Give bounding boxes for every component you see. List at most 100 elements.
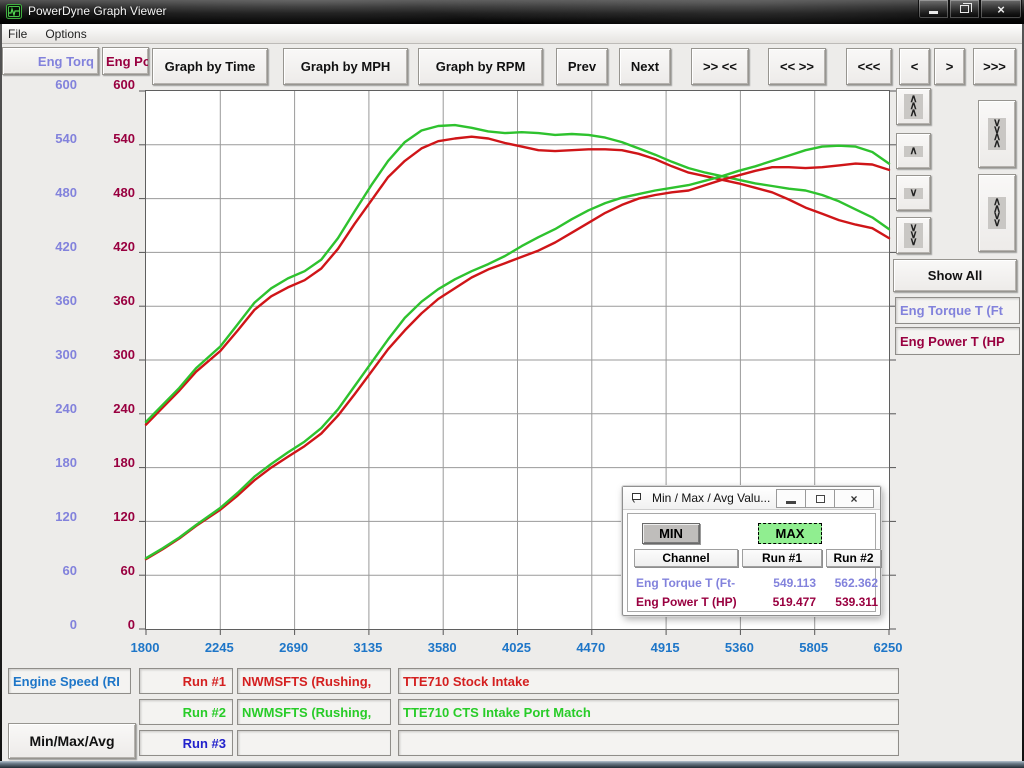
next-button[interactable]: Next	[619, 48, 671, 85]
title-bar: PowerDyne Graph Viewer ×	[0, 0, 1024, 24]
rpm-axis-tick: 2690	[262, 640, 326, 656]
minmax-power-channel: Eng Power T (HP)	[636, 595, 737, 609]
torque-axis-tick: 180	[20, 455, 77, 471]
minimize-icon	[786, 501, 796, 504]
power-axis-tick: 420	[80, 239, 135, 255]
torque-axis-tick: 240	[20, 401, 77, 417]
up-chevron-icon: ∧	[904, 146, 922, 157]
shift-outward-button[interactable]: << >>	[768, 48, 826, 85]
graph-by-rpm-button[interactable]: Graph by RPM	[418, 48, 543, 85]
x-channel-label: Engine Speed (RI	[8, 668, 131, 694]
page-first-button[interactable]: <<<	[846, 48, 892, 85]
menu-options[interactable]: Options	[45, 27, 86, 41]
minmax-avg-button[interactable]: Min/Max/Avg	[8, 723, 136, 759]
power-axis-tick: 300	[80, 347, 135, 363]
minmax-header-run1[interactable]: Run #1	[742, 549, 822, 567]
power-axis-tick: 480	[80, 185, 135, 201]
torque-axis-button[interactable]: Eng Torq	[2, 47, 99, 75]
minmax-window-titlebar[interactable]: Min / Max / Avg Valu... ×	[623, 487, 880, 510]
rpm-axis-tick: 6250	[856, 640, 920, 656]
minimize-button[interactable]	[918, 0, 949, 19]
minmax-max-button[interactable]: MAX	[758, 523, 822, 544]
prev-button[interactable]: Prev	[556, 48, 608, 85]
close-icon: ×	[997, 2, 1005, 17]
maximize-icon	[960, 5, 969, 13]
maximize-button[interactable]	[949, 0, 980, 19]
power-axis-button[interactable]: Eng Powe	[102, 47, 149, 75]
show-all-button[interactable]: Show All	[893, 259, 1017, 292]
scale-down-fast-button[interactable]: ∨∨∨	[896, 217, 931, 254]
run3-label: Run #3	[139, 730, 233, 756]
torque-axis-tick: 300	[20, 347, 77, 363]
run2-file: NWMSFTS (Rushing,	[237, 699, 391, 725]
power-axis-tick: 360	[80, 293, 135, 309]
torque-axis-tick: 420	[20, 239, 77, 255]
page-last-button[interactable]: >>>	[973, 48, 1016, 85]
minmax-maximize-button[interactable]	[805, 489, 835, 508]
minmax-power-run1-value: 519.477	[740, 595, 816, 609]
scale-up-button[interactable]: ∧	[896, 133, 931, 169]
run1-label: Run #1	[139, 668, 233, 694]
torque-channel-label: Eng Torque T (Ft	[895, 297, 1020, 324]
run3-file	[237, 730, 391, 756]
menu-file[interactable]: File	[8, 27, 27, 41]
run1-description: TTE710 Stock Intake	[398, 668, 899, 694]
minmax-header-channel[interactable]: Channel	[634, 549, 738, 567]
close-icon: ×	[850, 492, 857, 506]
minmax-min-button[interactable]: MIN	[642, 523, 700, 544]
shift-inward-button[interactable]: >> <<	[691, 48, 749, 85]
torque-axis-tick: 120	[20, 509, 77, 525]
rpm-axis-tick: 4025	[485, 640, 549, 656]
minmax-torque-run2-value: 562.362	[820, 576, 878, 590]
step-back-button[interactable]: <	[899, 48, 930, 85]
rpm-axis-tick: 2245	[187, 640, 251, 656]
power-axis-tick: 180	[80, 455, 135, 471]
run2-label: Run #2	[139, 699, 233, 725]
step-forward-button[interactable]: >	[934, 48, 965, 85]
expand-scale-button[interactable]: ∧∧∨∨	[978, 174, 1016, 252]
power-axis-tick: 240	[80, 401, 135, 417]
minmax-window-title: Min / Max / Avg Valu...	[652, 491, 770, 505]
menu-bar: File Options	[0, 24, 1024, 44]
minmax-window-body: MIN MAX Channel Run #1 Run #2 Eng Torque…	[627, 513, 876, 612]
maximize-icon	[816, 495, 825, 503]
power-axis-tick: 60	[80, 563, 135, 579]
power-axis-tick: 120	[80, 509, 135, 525]
minmax-torque-channel: Eng Torque T (Ft-	[636, 576, 735, 590]
down-chevron-icon: ∨	[904, 188, 922, 199]
minimize-icon	[929, 11, 938, 14]
main-content: Eng Torq Eng Powe Graph by Time Graph by…	[0, 44, 1024, 762]
minmax-close-button[interactable]: ×	[834, 489, 874, 508]
graph-by-mph-button[interactable]: Graph by MPH	[283, 48, 408, 85]
torque-axis-tick: 60	[20, 563, 77, 579]
rpm-axis-tick: 5805	[782, 640, 846, 656]
scale-up-fast-button[interactable]: ∧∧∧	[896, 88, 931, 125]
minmax-minimize-button[interactable]	[776, 489, 806, 508]
rpm-axis-tick: 3135	[336, 640, 400, 656]
window-left-edge	[0, 24, 2, 762]
torque-axis-tick: 480	[20, 185, 77, 201]
run2-description: TTE710 CTS Intake Port Match	[398, 699, 899, 725]
power-axis-tick: 0	[80, 617, 135, 633]
compress-scale-button[interactable]: ∨∨∧∧	[978, 100, 1016, 168]
triple-down-chevron-icon: ∨∨∨	[904, 223, 922, 248]
torque-axis-tick: 540	[20, 131, 77, 147]
minmax-power-run2-value: 539.311	[820, 595, 878, 609]
app-icon	[6, 4, 22, 24]
minmax-window[interactable]: Min / Max / Avg Valu... × MIN MAX Channe…	[622, 486, 881, 616]
expand-chevrons-icon: ∧∧∨∨	[988, 197, 1006, 229]
power-channel-label: Eng Power T (HP	[895, 327, 1020, 355]
torque-axis-tick: 360	[20, 293, 77, 309]
scale-down-button[interactable]: ∨	[896, 175, 931, 211]
rpm-axis-tick: 4915	[633, 640, 697, 656]
minmax-header-run2[interactable]: Run #2	[826, 549, 881, 567]
compress-chevrons-icon: ∨∨∧∧	[988, 118, 1006, 150]
rpm-axis-tick: 3580	[410, 640, 474, 656]
run1-file: NWMSFTS (Rushing,	[237, 668, 391, 694]
power-axis-tick: 540	[80, 131, 135, 147]
close-button[interactable]: ×	[980, 0, 1022, 19]
window-title: PowerDyne Graph Viewer	[28, 4, 167, 18]
window-bottom-edge	[0, 761, 1024, 768]
graph-by-time-button[interactable]: Graph by Time	[152, 48, 268, 85]
rpm-axis-tick: 5360	[707, 640, 771, 656]
